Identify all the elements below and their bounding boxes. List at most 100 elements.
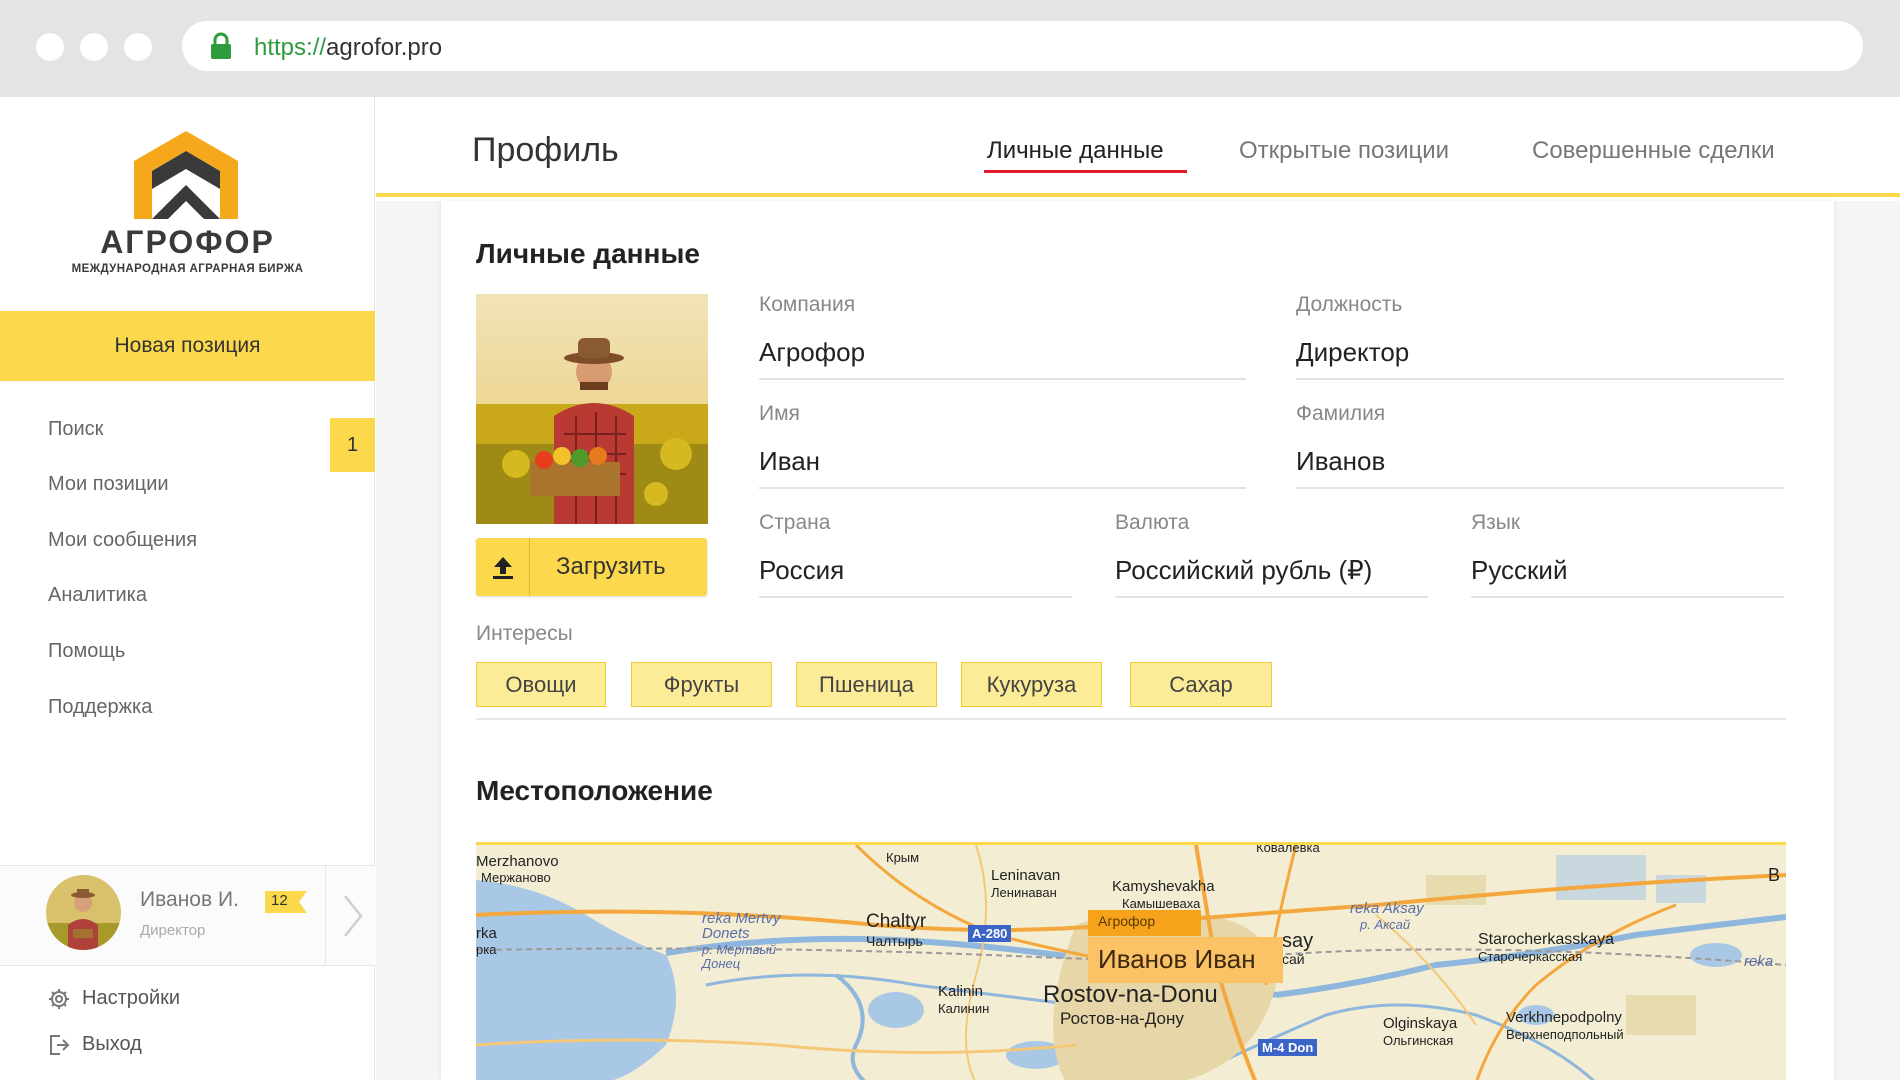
country-label: Страна	[759, 511, 831, 534]
messages-count-badge: 1	[330, 418, 375, 472]
location-heading: Местоположение	[476, 775, 713, 806]
position-label: Должность	[1296, 293, 1403, 316]
settings-link[interactable]: Настройки	[48, 987, 180, 1010]
map-label: B	[1768, 865, 1781, 885]
map-label: say	[1282, 930, 1314, 952]
map-label: Verkhnepodpolny	[1506, 1009, 1622, 1026]
map-label: Ольгинская	[1383, 1033, 1454, 1048]
tab-completed-deals[interactable]: Совершенные сделки	[1532, 137, 1775, 165]
road-sign: M-4 Don	[1258, 1039, 1318, 1056]
sidebar-item-search[interactable]: Поиск	[48, 418, 103, 441]
logo-mark-icon	[134, 131, 238, 219]
window-dot[interactable]	[80, 33, 108, 61]
first-name-label: Имя	[759, 402, 800, 425]
company-label: Компания	[759, 293, 856, 316]
user-card: Иванов И. Директор 12	[0, 865, 375, 966]
map-label: Chaltyr	[866, 911, 927, 932]
profile-photo	[476, 294, 708, 524]
map-label: Rostov-na-Donu	[1043, 981, 1218, 1008]
map-label: reka	[1744, 953, 1774, 970]
interest-tag[interactable]: Пшеница	[796, 662, 937, 707]
notifications-badge[interactable]: 12	[265, 891, 307, 913]
language-label: Язык	[1471, 511, 1521, 534]
gear-icon	[49, 988, 69, 1009]
url-text: https://agrofor.pro	[254, 34, 443, 61]
map-label: рка	[476, 942, 497, 957]
map-label: reka Aksay	[1350, 900, 1424, 917]
map-label: reka Mertvy Donets	[702, 910, 781, 942]
sidebar-item-support[interactable]: Поддержка	[48, 696, 152, 719]
address-bar[interactable]: https://agrofor.pro	[182, 21, 1863, 71]
first-name-field[interactable]: Иван	[759, 446, 1246, 489]
logout-label: Выход	[82, 1033, 142, 1055]
map-label: Камышеваха	[1122, 896, 1201, 911]
logo-title: АГРОФОР	[100, 224, 275, 260]
page-title: Профиль	[472, 131, 619, 169]
currency-select[interactable]: Российский рубль (₽)	[1115, 555, 1428, 598]
map-label: Старочеркасская	[1478, 949, 1583, 964]
sidebar-item-my-messages[interactable]: Мои сообщения	[48, 529, 197, 552]
window-dot[interactable]	[36, 33, 64, 61]
map-label: Ковалевка	[1256, 842, 1320, 855]
new-position-button[interactable]: Новая позиция	[0, 311, 375, 381]
upload-icon	[476, 538, 530, 596]
sidebar-item-help[interactable]: Помощь	[48, 640, 125, 663]
divider	[325, 866, 326, 966]
personal-data-heading: Личные данные	[476, 238, 700, 269]
map-label: Верхнеподпольный	[1506, 1027, 1624, 1042]
map-label: Kamyshevakha	[1112, 878, 1215, 895]
language-select[interactable]: Русский	[1471, 555, 1784, 598]
browser-chrome: https://agrofor.pro	[0, 0, 1900, 97]
location-map[interactable]: Merzhanovo Мержаново Крым Leninavan Лени…	[476, 842, 1786, 1080]
map-label: р. Мертвый Донец	[702, 942, 777, 971]
avatar[interactable]	[46, 875, 121, 950]
upload-label: Загрузить	[556, 553, 666, 580]
tab-open-positions[interactable]: Открытые позиции	[1239, 137, 1449, 165]
tab-personal-data[interactable]: Личные данные	[987, 137, 1164, 165]
sidebar-item-analytics[interactable]: Аналитика	[48, 584, 147, 607]
map-label: Калинин	[938, 1001, 990, 1016]
active-tab-indicator	[984, 170, 1187, 173]
sidebar: АГРОФОР МЕЖДУНАРОДНАЯ АГРАРНАЯ БИРЖА Нов…	[0, 97, 375, 1080]
logout-icon	[50, 1034, 70, 1055]
map-marker-company[interactable]: Агрофор	[1088, 910, 1201, 936]
divider	[476, 718, 1786, 720]
map-label: Starocherkasskaya	[1478, 931, 1615, 948]
company-field[interactable]: Агрофор	[759, 337, 1246, 380]
interest-tag[interactable]: Сахар	[1130, 662, 1272, 707]
last-name-field[interactable]: Иванов	[1296, 446, 1784, 489]
currency-label: Валюта	[1115, 511, 1190, 534]
map-label: р. Аксай	[1360, 917, 1411, 932]
map-label: Чалтырь	[866, 933, 923, 949]
map-label: Крым	[886, 850, 920, 865]
map-label: Мержаново	[481, 870, 551, 885]
map-label: Leninavan	[991, 867, 1061, 884]
road-sign: A-280	[968, 925, 1012, 942]
interest-tag[interactable]: Овощи	[476, 662, 606, 707]
map-label: Ростов-на-Дону	[1060, 1009, 1184, 1028]
map-label: Olginskaya	[1383, 1015, 1458, 1032]
position-field[interactable]: Директор	[1296, 337, 1784, 380]
upload-photo-button[interactable]: Загрузить	[476, 538, 707, 596]
map-label: Merzhanovo	[476, 853, 559, 870]
lock-icon	[211, 32, 231, 59]
user-role: Директор	[140, 922, 206, 939]
country-select[interactable]: Россия	[759, 555, 1072, 598]
window-dot[interactable]	[124, 33, 152, 61]
interests-label: Интересы	[476, 622, 573, 645]
interest-tag[interactable]: Кукуруза	[961, 662, 1102, 707]
sidebar-item-my-positions[interactable]: Мои позиции	[48, 473, 169, 496]
last-name-label: Фамилия	[1296, 402, 1386, 425]
settings-label: Настройки	[82, 987, 181, 1009]
map-label: Kalinin	[938, 983, 984, 1000]
map-label: Ленинаван	[991, 885, 1057, 900]
chevron-right-icon[interactable]	[342, 894, 364, 938]
logout-link[interactable]: Выход	[48, 1033, 142, 1056]
profile-header: Профиль Личные данные Открытые позиции С…	[376, 97, 1900, 197]
user-name: Иванов И.	[140, 888, 239, 911]
logo-tagline: МЕЖДУНАРОДНАЯ АГРАРНАЯ БИРЖА	[71, 263, 304, 275]
interest-tag[interactable]: Фрукты	[631, 662, 772, 707]
map-label: сай	[1282, 951, 1305, 967]
map-marker-name[interactable]: Иванов Иван	[1088, 937, 1283, 983]
map-label: rka	[476, 925, 497, 942]
